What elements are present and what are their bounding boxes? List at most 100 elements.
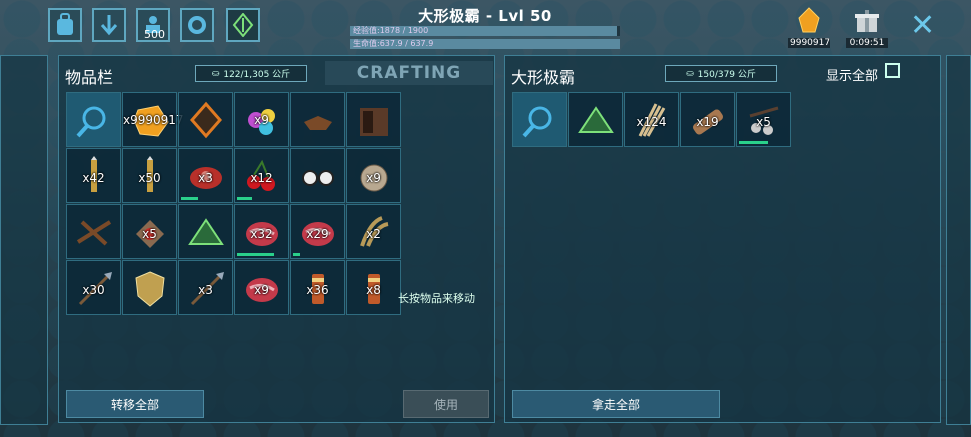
creature-slot[interactable]: x5 [736,92,791,147]
creature-grid: x124 x19 x5 [512,92,847,147]
weight-icon: ⛀ [211,68,220,79]
gift-icon [855,10,879,32]
item-quantity: x9 [254,113,269,127]
green-triangle-icon [577,105,614,133]
creature-weight-value: 150/379 公斤 [697,70,756,80]
gear-icon [188,16,206,34]
xp-label: 经验值:1878 / 1900 [353,26,429,35]
item-quantity: x5 [756,115,771,129]
tribe-button[interactable]: 500 [136,8,170,42]
inventory-slot[interactable]: x3 [178,260,233,315]
inventory-slot[interactable]: x30 [66,260,121,315]
search-icon [76,106,105,137]
weight-icon: ⛀ [686,68,694,79]
arrow-down-icon [100,15,118,36]
item-quantity: x3 [198,283,213,297]
show-all-checkbox[interactable] [885,63,900,78]
left-edge-panel [0,55,48,425]
green-triangle-icon [187,217,224,245]
item-quantity: x29 [306,227,329,241]
inventory-slot[interactable]: x9 [234,260,289,315]
item-quantity: x3 [198,171,213,185]
gift-timer[interactable]: 0:09:51 [846,6,888,48]
inventory-slot[interactable]: x29 [290,204,345,259]
xp-bar: 经验值:1878 / 1900 [350,26,620,36]
inventory-slot[interactable] [66,92,121,147]
use-button[interactable]: 使用 [403,390,489,418]
timer-value: 0:09:51 [846,38,888,48]
inventory-slot[interactable] [122,260,177,315]
creature-slot[interactable]: x124 [624,92,679,147]
item-quantity: x9 [254,283,269,297]
inventory-slot[interactable] [66,204,121,259]
inventory-slot[interactable]: x42 [66,148,121,203]
close-button[interactable]: ✕ [910,11,935,41]
amber-icon [798,7,820,33]
inventory-weight-value: 122/1,305 公斤 [223,70,291,80]
inventory-slot[interactable]: x50 [122,148,177,203]
move-hint: 长按物品来移动 [398,292,475,305]
settings-button[interactable] [180,8,214,42]
search-icon [522,106,551,137]
item-quantity: x5 [142,227,157,241]
item-quantity: x36 [306,283,329,297]
engram-button[interactable] [226,8,260,42]
item-quantity: x8 [366,283,381,297]
creature-slot[interactable]: x19 [680,92,735,147]
inventory-slot[interactable]: x5 [122,204,177,259]
inventory-slot[interactable]: x9 [346,148,401,203]
item-quantity: x124 [636,115,667,129]
creature-slot[interactable] [568,92,623,147]
item-quantity: x12 [250,171,273,185]
item-quantity: x30 [82,283,105,297]
inventory-title: 物品栏 [65,68,114,87]
inventory-slot[interactable]: x32 [234,204,289,259]
crossbow-icon [76,219,111,245]
take-all-button[interactable]: 拿走全部 [512,390,720,418]
item-quantity: x2 [366,227,381,241]
health-bar: 生命值:637.9 / 637.9 [350,39,620,49]
durability-bar [739,141,769,144]
element-icon [189,101,222,138]
inventory-slot[interactable] [178,92,233,147]
health-label: 生命值:637.9 / 637.9 [353,39,434,48]
transfer-all-button[interactable]: 转移全部 [66,390,204,418]
durability-bar [237,197,252,200]
count-badge: 500 [144,28,165,41]
inventory-slot[interactable]: x8 [346,260,401,315]
glasses-icon [301,169,334,186]
inventory-slot[interactable] [290,92,345,147]
creature-slot[interactable] [512,92,567,147]
item-quantity: x50 [138,171,161,185]
inventory-slot[interactable] [178,204,233,259]
ember-currency[interactable]: 9990917 [788,6,830,48]
right-edge-panel [946,55,971,425]
creature-inventory-title: 大形极霸 [511,68,576,87]
inventory-slot[interactable]: x2 [346,204,401,259]
cabinet-icon [359,107,388,136]
durability-bar [237,253,274,256]
creature-weight: ⛀ 150/379 公斤 [665,65,777,82]
item-quantity: x9990917 [123,113,184,127]
tab-crafting[interactable]: CRAFTING [325,61,493,85]
inventory-slot[interactable]: x9990917 [122,92,184,147]
item-quantity: x19 [696,115,719,129]
inventory-slot[interactable] [346,92,401,147]
backpack-button[interactable] [48,8,82,42]
inventory-slot[interactable] [290,148,345,203]
inventory-slot[interactable]: x12 [234,148,289,203]
backpack-icon [57,13,73,35]
inventory-weight: ⛀ 122/1,305 公斤 [195,65,307,82]
inventory-grid: x9990917 x9 x42 x50 x3 x12 x9 x5 x32 x29 x2 x30 x3 x9… [66,92,401,315]
inventory-slot[interactable]: x36 [290,260,345,315]
shield-icon [134,270,165,307]
durability-bar [181,197,199,200]
item-quantity: x32 [250,227,273,241]
inventory-slot[interactable]: x3 [178,148,233,203]
drop-button[interactable] [92,8,126,42]
ember-value: 9990917 [788,38,831,48]
item-quantity: x42 [82,171,105,185]
inventory-slot[interactable]: x9 [234,92,289,147]
item-quantity: x9 [366,171,381,185]
crystal-icon [232,13,254,37]
